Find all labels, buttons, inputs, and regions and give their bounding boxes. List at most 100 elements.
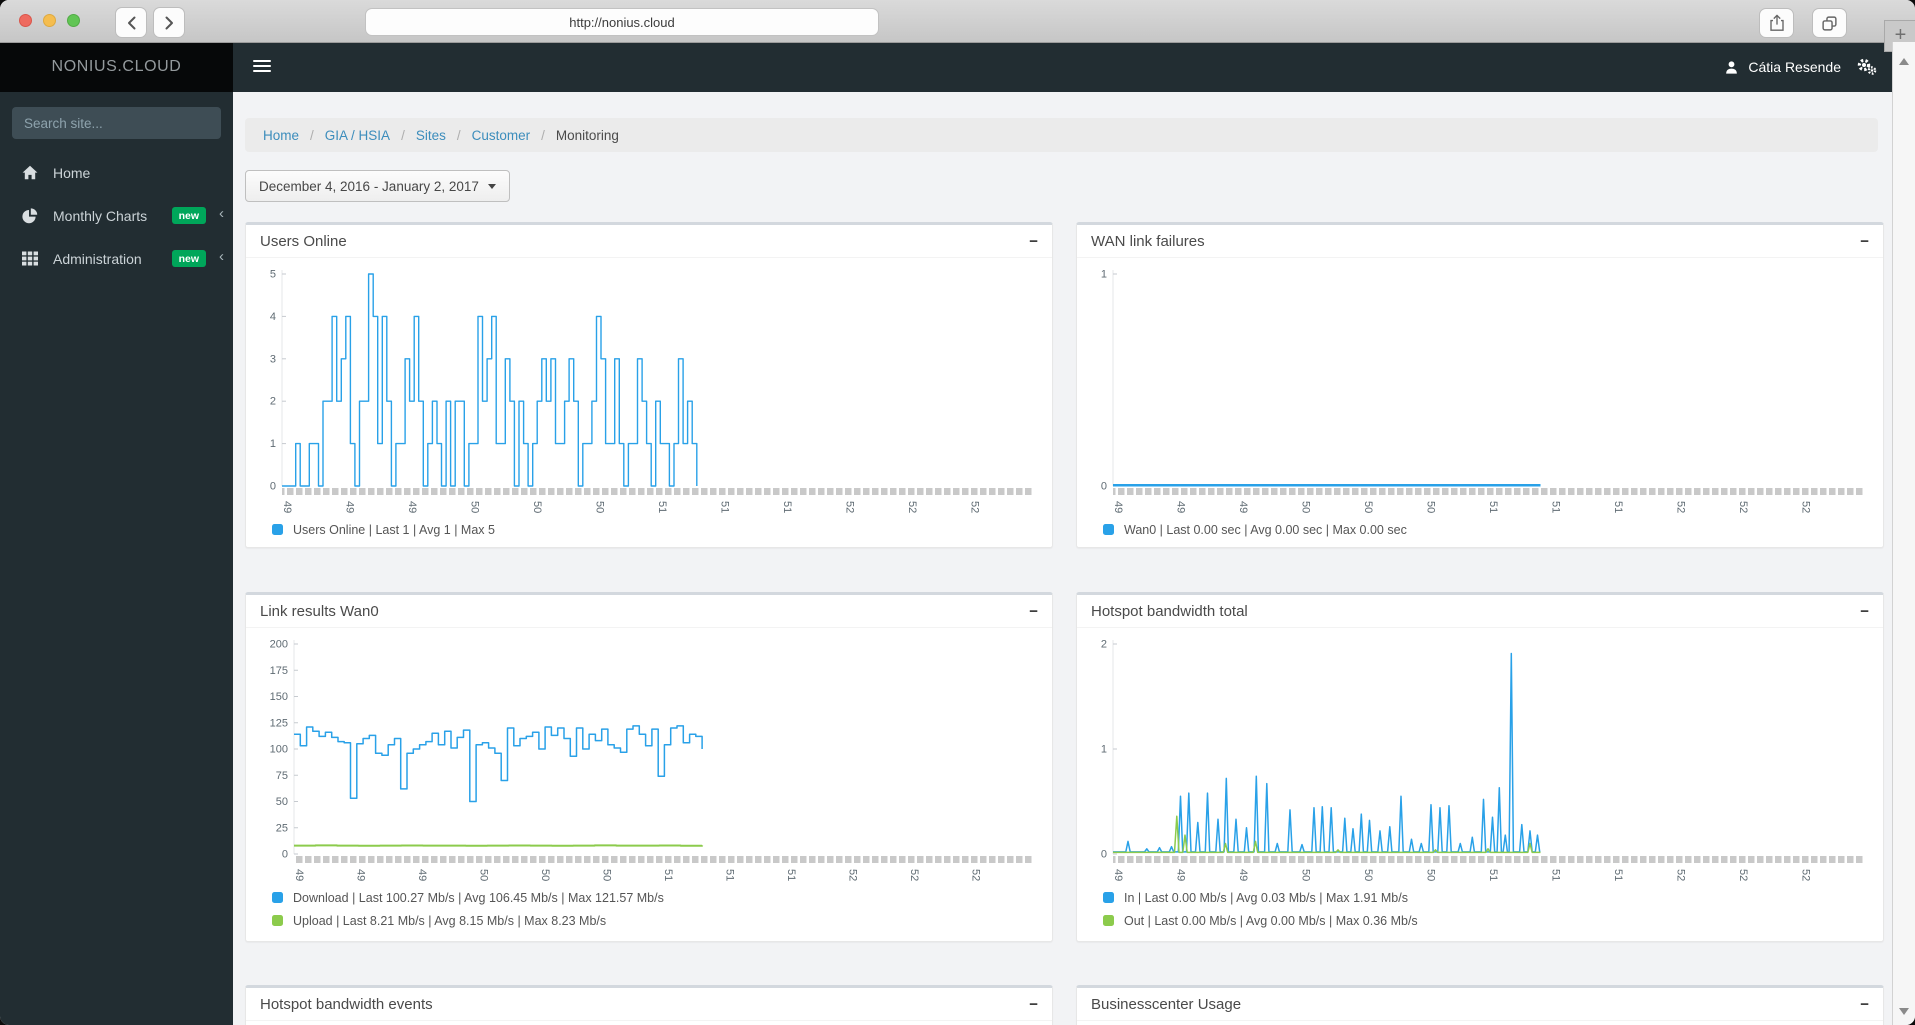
breadcrumb-separator: / <box>456 127 461 143</box>
svg-text:51: 51 <box>1487 501 1499 513</box>
svg-text:1: 1 <box>1101 744 1107 756</box>
share-button[interactable] <box>1759 8 1794 38</box>
svg-text:175: 175 <box>270 665 288 677</box>
svg-text:49: 49 <box>355 869 367 881</box>
legend-label: Wan0 | Last 0.00 sec | Avg 0.00 sec | Ma… <box>1124 522 1407 537</box>
legend-marker <box>1103 892 1114 903</box>
panel-wan-link-failures: WAN link failures − 0 1 49 49 49 50 50 50 51 51 51… <box>1076 222 1884 548</box>
svg-text:52: 52 <box>908 869 920 881</box>
svg-text:50: 50 <box>1425 869 1437 881</box>
browser-forward-button[interactable] <box>153 7 185 38</box>
page-scrollbar[interactable] <box>1892 42 1915 1025</box>
browser-window: + Cátia Resende NONIUS.CLOUD <box>0 0 1915 1025</box>
svg-text:50: 50 <box>1300 869 1312 881</box>
breadcrumb-link-gia-hsia[interactable]: GIA / HSIA <box>325 128 390 143</box>
pie-chart-icon <box>22 207 40 224</box>
url-input[interactable] <box>366 9 878 35</box>
breadcrumb: Home / GIA / HSIA / Sites / Customer / M… <box>245 118 1878 152</box>
legend-label: Users Online | Last 1 | Avg 1 | Max 5 <box>293 522 495 537</box>
panel-header: WAN link failures − <box>1077 225 1883 258</box>
chart-legend: In | Last 0.00 Mb/s | Avg 0.03 Mb/s | Ma… <box>1091 886 1869 932</box>
panel-header: Users Online − <box>246 225 1052 258</box>
svg-text:0: 0 <box>1101 849 1107 861</box>
panel-hotspot-bandwidth-events: Hotspot bandwidth events − 1 <box>245 985 1053 1025</box>
collapse-button[interactable]: − <box>1860 997 1869 1012</box>
svg-text:5: 5 <box>270 269 276 281</box>
sidebar-item-home[interactable]: Home <box>0 151 233 194</box>
legend-label: Download | Last 100.27 Mb/s | Avg 106.45… <box>293 890 664 905</box>
svg-text:49: 49 <box>416 869 428 881</box>
legend-marker <box>1103 915 1114 926</box>
svg-text:51: 51 <box>785 869 797 881</box>
svg-text:52: 52 <box>847 869 859 881</box>
legend-item: Download | Last 100.27 Mb/s | Avg 106.45… <box>260 886 1038 909</box>
svg-text:2: 2 <box>1101 639 1107 651</box>
browser-back-button[interactable] <box>115 7 147 38</box>
panel-title: Businesscenter Usage <box>1091 995 1242 1013</box>
tab-overview-button[interactable] <box>1812 8 1847 38</box>
top-navbar: Cátia Resende <box>233 42 1893 92</box>
window-zoom-button[interactable] <box>67 14 80 27</box>
legend-label: In | Last 0.00 Mb/s | Avg 0.03 Mb/s | Ma… <box>1124 890 1408 905</box>
svg-text:52: 52 <box>1737 869 1749 881</box>
collapse-button[interactable]: − <box>1029 997 1038 1012</box>
panel-title: Users Online <box>260 232 347 250</box>
svg-text:52: 52 <box>844 501 856 513</box>
caret-down-icon <box>487 183 496 189</box>
breadcrumb-link-sites[interactable]: Sites <box>416 128 446 143</box>
sidebar-item-monthly-charts[interactable]: Monthly Charts new ‹ <box>0 194 233 237</box>
svg-text:1: 1 <box>270 438 276 450</box>
collapse-button[interactable]: − <box>1029 234 1038 249</box>
search-input[interactable] <box>12 107 221 139</box>
scroll-up-arrow[interactable] <box>1899 58 1909 65</box>
legend-marker <box>1103 524 1114 535</box>
date-range-button[interactable]: December 4, 2016 - January 2, 2017 <box>245 170 510 202</box>
date-range-label: December 4, 2016 - January 2, 2017 <box>259 178 479 194</box>
brand-logo[interactable]: NONIUS.CLOUD <box>0 42 233 92</box>
svg-text:50: 50 <box>1300 501 1312 513</box>
svg-text:51: 51 <box>719 501 731 513</box>
settings-menu[interactable] <box>1856 57 1877 76</box>
legend-item: Wan0 | Last 0.00 sec | Avg 0.00 sec | Ma… <box>1091 518 1869 541</box>
window-close-button[interactable] <box>19 14 32 27</box>
svg-text:52: 52 <box>969 501 981 513</box>
collapse-button[interactable]: − <box>1029 604 1038 619</box>
chevron-right-icon <box>165 16 173 29</box>
users-online-chart: 0 1 2 3 4 5 49 49 49 50 50 50 51 51 51 52 52 52 <box>270 269 1032 513</box>
svg-text:51: 51 <box>1550 501 1562 513</box>
legend-label: Upload | Last 8.21 Mb/s | Avg 8.15 Mb/s … <box>293 913 607 928</box>
svg-text:3: 3 <box>270 353 276 365</box>
svg-text:50: 50 <box>478 869 490 881</box>
panel-body: 0 25 50 75 100 125 150 175 200 49 49 49 50 50 50 51 51 51… <box>246 628 1052 936</box>
sidebar-toggle-button[interactable] <box>253 60 271 75</box>
y-axis-tick: 1 <box>246 1021 1052 1025</box>
sidebar-item-administration[interactable]: Administration new ‹ <box>0 237 233 280</box>
panel-header: Link results Wan0 − <box>246 595 1052 628</box>
legend-item: In | Last 0.00 Mb/s | Avg 0.03 Mb/s | Ma… <box>1091 886 1869 909</box>
user-menu[interactable]: Cátia Resende <box>1724 42 1841 92</box>
panel-title: Link results Wan0 <box>260 602 379 620</box>
svg-text:50: 50 <box>539 869 551 881</box>
svg-text:51: 51 <box>781 501 793 513</box>
breadcrumb-separator: / <box>401 127 405 143</box>
breadcrumb-link-customer[interactable]: Customer <box>472 128 531 143</box>
collapse-button[interactable]: − <box>1860 234 1869 249</box>
scroll-down-arrow[interactable] <box>1899 1008 1909 1015</box>
svg-text:50: 50 <box>1362 501 1374 513</box>
panel-title: WAN link failures <box>1091 232 1205 250</box>
grid-icon <box>22 251 40 266</box>
breadcrumb-separator: / <box>541 127 545 143</box>
svg-text:51: 51 <box>1550 869 1562 881</box>
chevron-left-icon <box>127 16 135 29</box>
svg-text:50: 50 <box>276 796 288 808</box>
breadcrumb-link-home[interactable]: Home <box>263 128 299 143</box>
svg-text:50: 50 <box>1362 869 1374 881</box>
legend-label: Out | Last 0.00 Mb/s | Avg 0.00 Mb/s | M… <box>1124 913 1418 928</box>
svg-text:52: 52 <box>906 501 918 513</box>
svg-text:0: 0 <box>270 481 276 493</box>
content-area: Home / GIA / HSIA / Sites / Customer / M… <box>233 92 1893 1025</box>
svg-text:100: 100 <box>270 744 288 756</box>
window-minimize-button[interactable] <box>43 14 56 27</box>
user-icon <box>1726 60 1738 74</box>
collapse-button[interactable]: − <box>1860 604 1869 619</box>
